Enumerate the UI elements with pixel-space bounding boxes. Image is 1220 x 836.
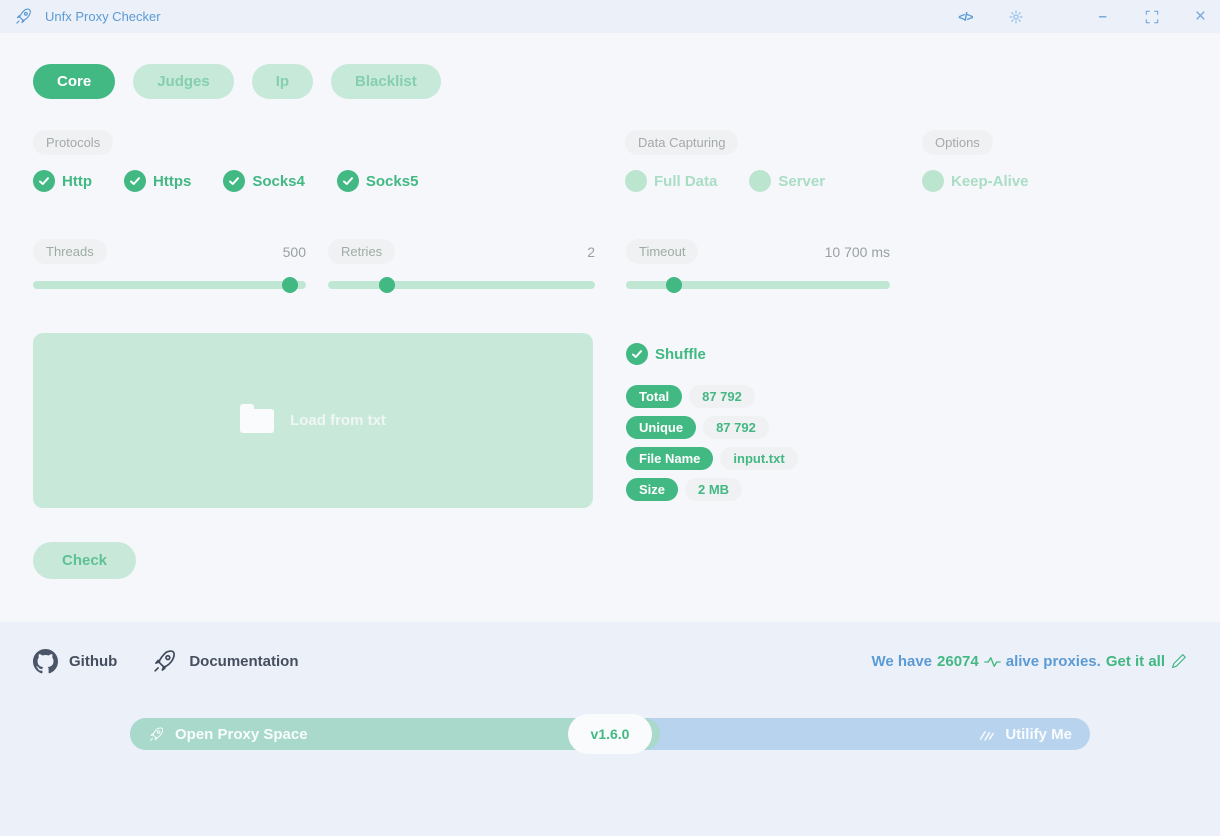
- stat-value: 2 MB: [685, 478, 743, 501]
- check-icon: [336, 170, 359, 192]
- sliders-row: Threads 500 Retries 2 Timeout 10 700 ms: [33, 239, 1187, 293]
- protocols-group: Http Https Socks4 Socks5: [33, 170, 625, 192]
- app-title: Unfx Proxy Checker: [45, 9, 161, 24]
- stat-value: 87 792: [689, 385, 755, 408]
- checkbox-server[interactable]: Server: [749, 170, 825, 192]
- check-icon: [223, 170, 246, 192]
- checkbox-shuffle[interactable]: Shuffle: [626, 343, 798, 365]
- file-stats: Total 87 792 Unique 87 792 File Name inp…: [626, 385, 798, 501]
- stat-file-name: File Name input.txt: [626, 447, 798, 470]
- documentation-link[interactable]: Documentation: [151, 648, 299, 675]
- checkbox-socks5[interactable]: Socks5: [336, 170, 418, 192]
- stat-value: input.txt: [720, 447, 798, 470]
- tab-core[interactable]: Core: [33, 64, 116, 99]
- stat-value: 87 792: [703, 416, 769, 439]
- retries-slider-thumb[interactable]: [378, 277, 395, 293]
- threads-label: Threads: [33, 239, 107, 264]
- threads-slider-track[interactable]: [33, 277, 306, 293]
- options-group: Keep-Alive: [922, 170, 1187, 192]
- unchecked-circle-icon: [625, 170, 647, 192]
- github-link[interactable]: Github: [33, 649, 117, 674]
- settings-gear-icon[interactable]: [1009, 10, 1023, 24]
- get-it-all-link[interactable]: Get it all: [1106, 653, 1165, 670]
- close-button[interactable]: ×: [1195, 6, 1206, 28]
- check-icon: [33, 170, 55, 192]
- checkbox-row: Http Https Socks4 Socks5 Full Data Serve…: [33, 170, 1187, 192]
- stat-size: Size 2 MB: [626, 478, 798, 501]
- protocols-section-label: Protocols: [33, 130, 114, 155]
- threads-slider: Threads 500: [33, 239, 306, 293]
- promo-prefix: We have: [871, 653, 933, 670]
- load-from-txt-label: Load from txt: [290, 412, 386, 429]
- stat-total: Total 87 792: [626, 385, 798, 408]
- retries-value: 2: [587, 243, 595, 260]
- promo-middle: alive proxies.: [1005, 653, 1101, 670]
- unchecked-circle-icon: [922, 170, 944, 192]
- section-labels-row: Protocols Data Capturing Options: [33, 130, 1187, 155]
- tab-ip[interactable]: Ip: [251, 64, 314, 99]
- main-panel: Core Judges Ip Blacklist Protocols Data …: [0, 33, 1220, 622]
- pulse-icon: [984, 656, 1001, 668]
- threads-slider-thumb[interactable]: [281, 277, 298, 293]
- checkbox-full-data[interactable]: Full Data: [625, 170, 717, 192]
- stat-key: Total: [626, 385, 683, 408]
- retries-label: Retries: [328, 239, 396, 264]
- data-capturing-group: Full Data Server: [625, 170, 922, 192]
- folder-icon: [240, 403, 275, 433]
- titlebar-controls: </> – ×: [958, 6, 1206, 28]
- stat-key: File Name: [626, 447, 714, 470]
- load-row: Load from txt Shuffle Total 87 792 Uniqu…: [33, 333, 1187, 509]
- checkbox-http[interactable]: Http: [33, 170, 92, 192]
- timeout-slider-thumb[interactable]: [665, 277, 682, 293]
- utilify-me-link[interactable]: Utilify Me: [660, 718, 1090, 750]
- threads-value: 500: [282, 243, 306, 260]
- github-icon: [33, 649, 58, 674]
- tab-judges[interactable]: Judges: [133, 64, 234, 99]
- documentation-rocket-icon: [151, 648, 178, 675]
- alive-proxies-promo: We have 26074 alive proxies. Get it all: [871, 653, 1187, 670]
- maximize-button[interactable]: [1145, 10, 1159, 24]
- titlebar: Unfx Proxy Checker </> – ×: [0, 0, 1220, 33]
- promo-count: 26074: [937, 653, 979, 670]
- check-icon: [626, 343, 648, 365]
- stat-key: Unique: [626, 416, 697, 439]
- data-capturing-section-label: Data Capturing: [625, 130, 739, 155]
- load-from-txt-dropzone[interactable]: Load from txt: [33, 333, 593, 508]
- check-button[interactable]: Check: [33, 542, 137, 579]
- retries-slider: Retries 2: [328, 239, 595, 293]
- bottom-bar: Open Proxy Space Utilify Me v1.6.0: [130, 714, 1090, 754]
- check-icon: [124, 170, 146, 192]
- checkbox-socks4[interactable]: Socks4: [223, 170, 305, 192]
- devtools-icon[interactable]: </>: [958, 10, 973, 24]
- checkbox-keep-alive[interactable]: Keep-Alive: [922, 170, 1029, 192]
- file-info-panel: Shuffle Total 87 792 Unique 87 792 File …: [626, 333, 798, 509]
- stat-unique: Unique 87 792: [626, 416, 798, 439]
- timeout-slider: Timeout 10 700 ms: [626, 239, 890, 293]
- retries-slider-track[interactable]: [328, 277, 595, 293]
- checkbox-https[interactable]: Https: [124, 170, 191, 192]
- version-badge: v1.6.0: [568, 714, 652, 754]
- strokes-icon: [977, 727, 995, 742]
- tab-blacklist[interactable]: Blacklist: [331, 64, 441, 99]
- footer: Github Documentation We have 26074 alive…: [0, 622, 1220, 836]
- stat-key: Size: [626, 478, 679, 501]
- app-rocket-icon: [14, 7, 33, 26]
- timeout-slider-track[interactable]: [626, 277, 890, 293]
- unchecked-circle-icon: [749, 170, 772, 192]
- timeout-label: Timeout: [626, 239, 699, 264]
- minimize-button[interactable]: –: [1099, 8, 1107, 25]
- pen-icon: [1170, 653, 1187, 670]
- rocket-icon: [148, 726, 165, 743]
- timeout-value: 10 700 ms: [824, 243, 890, 260]
- options-section-label: Options: [922, 130, 993, 155]
- tab-bar: Core Judges Ip Blacklist: [33, 64, 1187, 99]
